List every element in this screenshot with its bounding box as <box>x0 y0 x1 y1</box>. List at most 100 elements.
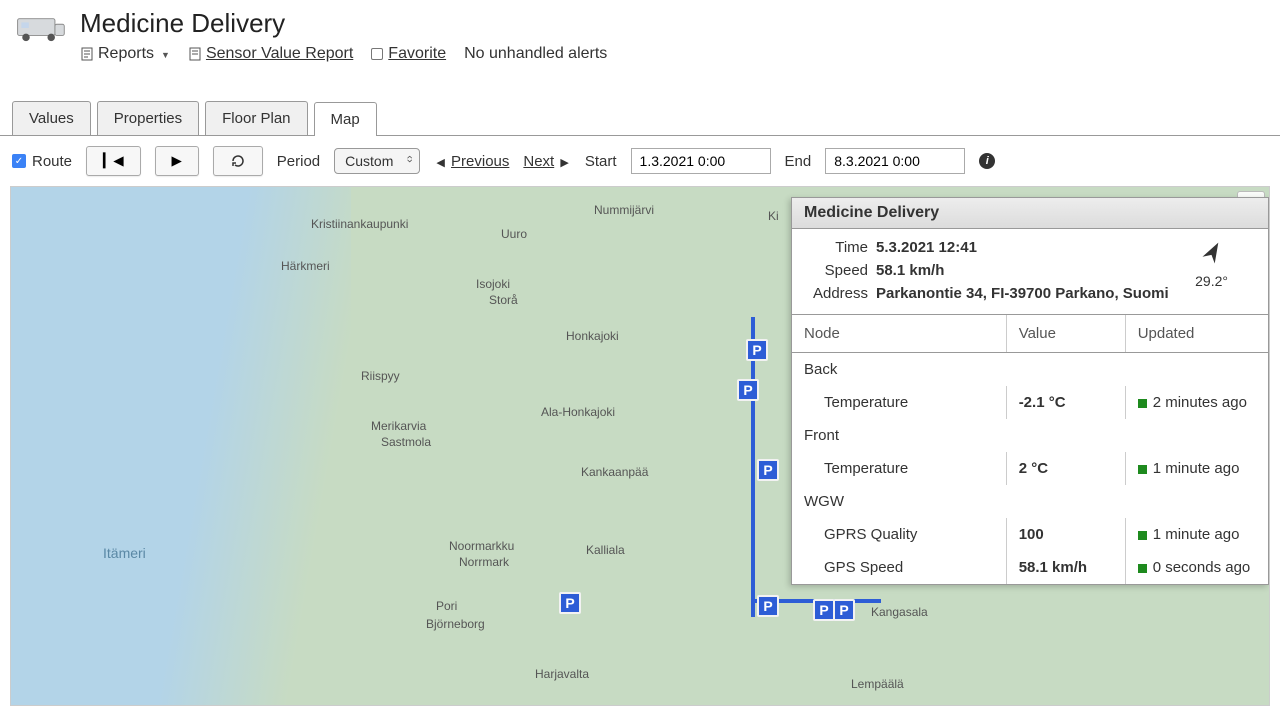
node-row: GPS Speed58.1 km/h0 seconds ago <box>792 551 1268 584</box>
parking-marker[interactable]: P <box>737 379 759 401</box>
route-segment <box>751 317 755 617</box>
previous-link[interactable]: ◀ Previous <box>434 153 509 170</box>
city-label: Björneborg <box>426 617 485 631</box>
city-label: Riispyy <box>361 369 400 383</box>
reports-label: Reports <box>98 45 154 63</box>
node-name: GPRS Quality <box>792 518 1006 551</box>
tab-values[interactable]: Values <box>12 101 91 135</box>
node-name: GPS Speed <box>792 551 1006 584</box>
city-label: Honkajoki <box>566 329 619 343</box>
tab-floorplan[interactable]: Floor Plan <box>205 101 307 135</box>
city-label: Kangasala <box>871 605 928 619</box>
city-label: Pori <box>436 599 457 613</box>
status-square-icon <box>1138 531 1147 540</box>
reports-dropdown[interactable]: Reports <box>80 45 170 63</box>
sensor-report-link[interactable]: Sensor Value Report <box>188 45 353 63</box>
city-label: Kalliala <box>586 543 625 557</box>
map-canvas[interactable]: Itämeri Kristiinankaupunki Härkmeri Uuro Nu… <box>10 186 1270 706</box>
triangle-left-icon: ◀ <box>436 157 444 169</box>
favorite-label: Favorite <box>388 45 446 63</box>
node-group-name: WGW <box>792 485 1268 518</box>
node-row: Temperature2 °C1 minute ago <box>792 452 1268 485</box>
next-link[interactable]: Next ▶ <box>523 153 570 170</box>
node-updated: 2 minutes ago <box>1125 386 1268 419</box>
node-group-row: Back <box>792 353 1268 387</box>
period-label: Period <box>277 153 320 170</box>
city-label: Sastmola <box>381 435 431 449</box>
header: Medicine Delivery Reports Sensor Value R… <box>0 0 1280 71</box>
refresh-icon <box>230 153 246 169</box>
city-label: Uuro <box>501 227 527 241</box>
city-label: Nummijärvi <box>594 203 654 217</box>
node-row: GPRS Quality1001 minute ago <box>792 518 1268 551</box>
parking-marker[interactable]: P <box>757 595 779 617</box>
node-name: Temperature <box>792 386 1006 419</box>
col-value: Value <box>1006 315 1125 353</box>
step-back-button[interactable]: ▎◀ <box>86 146 141 176</box>
panel-title: Medicine Delivery <box>792 198 1268 229</box>
node-updated: 1 minute ago <box>1125 452 1268 485</box>
end-label: End <box>785 153 812 170</box>
node-name: Temperature <box>792 452 1006 485</box>
parking-marker[interactable]: P <box>757 459 779 481</box>
info-panel: Medicine Delivery Time 5.3.2021 12:41 Sp… <box>791 197 1269 585</box>
alerts-status: No unhandled alerts <box>464 45 607 63</box>
tab-map[interactable]: Map <box>314 102 377 136</box>
city-label: Norrmark <box>459 555 509 569</box>
sensor-report-label: Sensor Value Report <box>206 45 353 63</box>
route-label: Route <box>32 153 72 170</box>
tabs: Values Properties Floor Plan Map <box>0 101 1280 136</box>
address-key: Address <box>804 285 876 302</box>
tab-properties[interactable]: Properties <box>97 101 199 135</box>
city-label: Kankaanpää <box>581 465 648 479</box>
node-updated: 0 seconds ago <box>1125 551 1268 584</box>
city-label: Merikarvia <box>371 419 426 433</box>
city-label: Härkmeri <box>281 259 330 273</box>
play-icon: ▶ <box>172 153 182 169</box>
city-label: Storå <box>489 293 518 307</box>
node-group-row: Front <box>792 419 1268 452</box>
parking-marker[interactable]: P <box>833 599 855 621</box>
city-label: Kristiinankaupunki <box>311 217 408 231</box>
status-square-icon <box>1138 465 1147 474</box>
info-icon[interactable]: i <box>979 153 995 169</box>
city-label: Lempäälä <box>851 677 904 691</box>
node-group-row: WGW <box>792 485 1268 518</box>
favorite-toggle[interactable]: Favorite <box>371 45 446 63</box>
city-label: Ki <box>768 209 779 223</box>
col-updated: Updated <box>1125 315 1268 353</box>
node-row: Temperature-2.1 °C2 minutes ago <box>792 386 1268 419</box>
checkbox-icon <box>371 48 383 60</box>
compass-arrow-icon <box>1197 239 1227 269</box>
heading-value: 29.2° <box>1195 273 1228 289</box>
node-value: 2 °C <box>1006 452 1125 485</box>
play-button[interactable]: ▶ <box>155 146 199 176</box>
status-square-icon <box>1138 564 1147 573</box>
node-value: -2.1 °C <box>1006 386 1125 419</box>
route-checkbox[interactable]: ✓ <box>12 154 26 168</box>
van-icon <box>12 8 68 51</box>
caret-down-icon <box>158 45 170 63</box>
node-value: 100 <box>1006 518 1125 551</box>
end-input[interactable] <box>825 148 965 174</box>
sea-label: Itämeri <box>103 545 146 561</box>
speed-key: Speed <box>804 262 876 279</box>
document-icon <box>188 47 202 61</box>
start-input[interactable] <box>631 148 771 174</box>
step-back-icon: ▎◀ <box>103 153 124 169</box>
node-updated: 1 minute ago <box>1125 518 1268 551</box>
parking-marker[interactable]: P <box>559 592 581 614</box>
document-icon <box>80 47 94 61</box>
col-node: Node <box>792 315 1006 353</box>
status-square-icon <box>1138 399 1147 408</box>
node-group-name: Back <box>792 353 1268 387</box>
heading-indicator: 29.2° <box>1195 239 1228 289</box>
map-controls: ✓ Route ▎◀ ▶ Period Custom ◀ Previous Ne… <box>0 136 1280 186</box>
parking-marker[interactable]: P <box>746 339 768 361</box>
page-title: Medicine Delivery <box>80 8 1268 39</box>
refresh-button[interactable] <box>213 146 263 176</box>
parking-marker[interactable]: P <box>813 599 835 621</box>
node-value: 58.1 km/h <box>1006 551 1125 584</box>
period-select[interactable]: Custom <box>334 148 420 174</box>
time-key: Time <box>804 239 876 256</box>
